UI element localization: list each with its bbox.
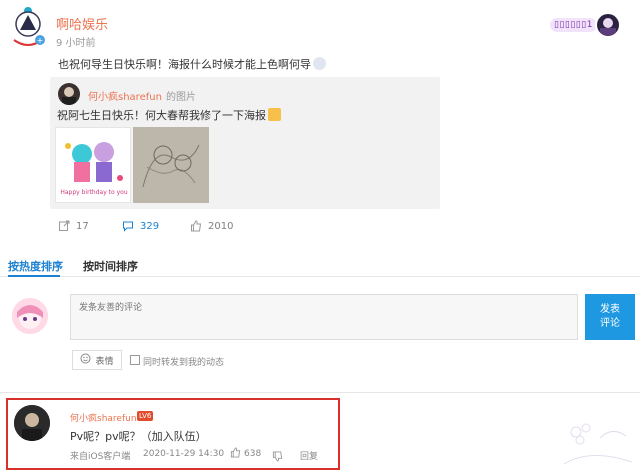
emoji-icon [80,353,91,367]
quoted-text-content: 祝阿七生日快乐！何大春帮我修了一下海报 [57,109,266,122]
comment-like-count: 638 [244,449,262,459]
post-text-content: 也祝何导生日快乐啊！海报什么时候才能上色啊何导 [58,58,311,71]
quoted-image-sketch[interactable] [133,127,209,203]
quoted-post[interactable]: 何小疯sharefun 的图片 祝阿七生日快乐！何大春帮我修了一下海报 Happ… [50,77,440,209]
quoted-author[interactable]: 何小疯sharefun [88,88,162,103]
tab-sort-time[interactable]: 按时间排序 [83,258,138,274]
share-checkbox[interactable] [130,355,140,365]
comment-reply-button[interactable]: 回复 [300,449,318,462]
emoji-button[interactable]: 表情 [72,350,122,370]
comment-button[interactable]: 329 [122,220,159,232]
comment-source: 来自iOS客户端 [70,452,131,462]
repost-count: 17 [76,220,89,232]
comment-count: 329 [140,220,160,232]
comment-like-button[interactable]: 638 [230,447,261,461]
fan-badge[interactable]: ▯▯▯▯▯▯1 [550,12,621,38]
svg-text:+: + [37,36,44,45]
comment-text: Pv呢？pv呢？（加入队伍） [70,430,207,443]
quoted-text: 祝阿七生日快乐！何大春帮我修了一下海报 [57,107,281,123]
submit-comment-label: 发表评论 [600,304,620,329]
post-time: 9 小时前 [56,38,96,49]
repost-button[interactable]: 17 [58,220,89,232]
emoji-button-label: 表情 [95,356,114,367]
share-checkbox-label: 同时转发到我的动态 [143,358,225,368]
like-button[interactable]: 2010 [190,220,233,232]
quoted-author-avatar[interactable] [58,83,80,105]
thumb-up-icon [190,220,202,232]
emoji-icon [313,57,326,70]
thumb-down-icon [272,447,283,466]
tab-divider [0,276,640,277]
quoted-image-birthday[interactable]: Happy birthday to you [55,127,131,203]
comment-input[interactable] [70,294,578,340]
comment-icon [122,220,134,232]
submit-comment-button[interactable]: 发表评论 [585,294,635,340]
tab-active-indicator [8,275,60,277]
watermark-decoration [560,418,636,470]
tab-sort-hot[interactable]: 按热度排序 [8,258,63,274]
fan-badge-avatar [594,12,621,38]
author-avatar[interactable]: + [8,6,48,50]
comment-date: 2020-11-29 14:30 [143,449,225,459]
section-divider [0,392,640,393]
commenter-level-badge: LV6 [137,411,154,421]
like-count: 2010 [208,220,234,232]
repost-icon [58,220,70,232]
post-text: 也祝何导生日快乐啊！海报什么时候才能上色啊何导 [58,56,326,72]
commenter-avatar[interactable] [14,405,50,441]
commenter-name[interactable]: 何小疯sharefun [70,411,137,424]
thumb-up-icon [230,447,241,461]
birthday-caption: Happy birthday to you [60,189,127,196]
post-author[interactable]: 啊哈娱乐 [56,14,108,33]
quoted-tag: 的图片 [166,92,196,103]
comment-dislike-button[interactable] [272,447,283,466]
fan-badge-label: ▯▯▯▯▯▯1 [550,18,597,32]
emoji-icon [268,108,281,121]
my-avatar [12,298,48,334]
